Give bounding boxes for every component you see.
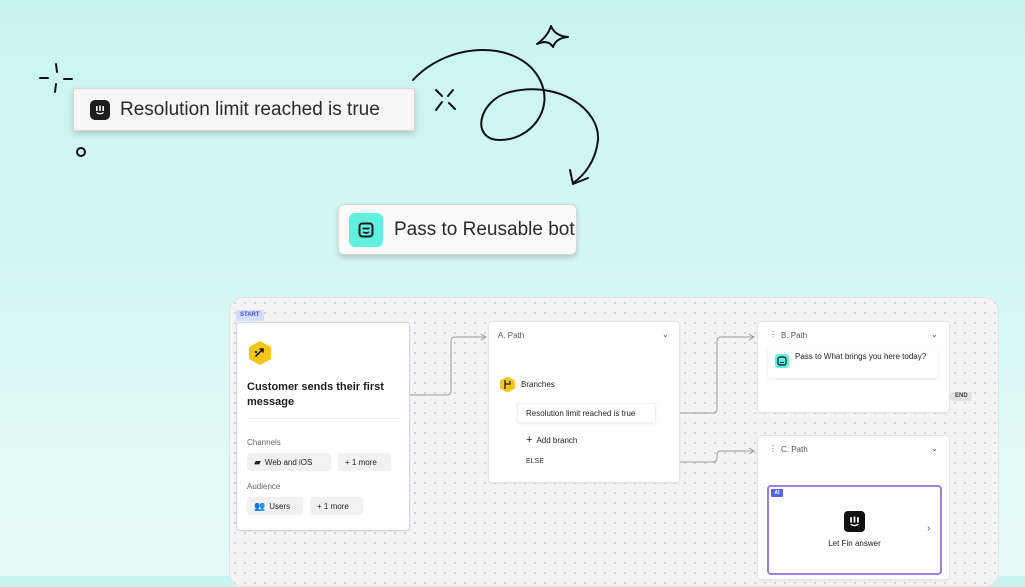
sparkle-mid-icon [435, 89, 456, 111]
drag-handle-icon[interactable]: ⋮ [769, 444, 777, 453]
audience-more-chip[interactable]: + 1 more [310, 497, 363, 515]
channels-chip[interactable]: ▰ Web and iOS [247, 453, 331, 471]
branches-label: Branches [521, 380, 555, 389]
channels-more: + 1 more [345, 457, 377, 467]
channels-label: Channels [247, 438, 281, 447]
bot-icon [775, 354, 789, 368]
chevron-down-icon[interactable]: ⌄ [931, 444, 938, 453]
sparkle-left-icon [39, 63, 73, 93]
trigger-icon [247, 340, 273, 366]
users-icon: 👥 [254, 500, 266, 511]
add-branch-label: Add branch [536, 435, 578, 445]
chevron-down-icon[interactable]: ⌄ [931, 330, 938, 339]
condition-pill-label: Resolution limit reached is true [120, 98, 380, 120]
else-label: ELSE [526, 458, 544, 465]
channels-value: Web and iOS [264, 457, 313, 467]
audience-more: + 1 more [317, 501, 349, 511]
trigger-title: Customer sends their first message [247, 381, 384, 408]
book-icon: ▰ [254, 456, 261, 467]
audience-value: Users [269, 501, 291, 511]
chevron-right-icon[interactable]: › [927, 523, 930, 534]
arrowhead-icon [569, 169, 589, 185]
path-c-title: C. Path [781, 445, 808, 454]
path-a-card[interactable] [488, 321, 680, 483]
small-circle-icon [76, 147, 86, 157]
fin-icon [90, 99, 110, 120]
channels-more-chip[interactable]: + 1 more [338, 453, 391, 471]
ai-tag: AI [771, 489, 783, 497]
fin-icon [844, 511, 865, 532]
add-branch-button[interactable]: + Add branch [526, 434, 577, 446]
branch-condition-text: Resolution limit reached is true [526, 408, 636, 418]
action-pill: Pass to Reusable bot [338, 204, 577, 255]
audience-label: Audience [247, 482, 281, 491]
pass-target: What brings you here today? [823, 352, 927, 361]
drag-handle-icon[interactable]: ⋮ [769, 330, 777, 339]
audience-chip[interactable]: 👥 Users [247, 497, 303, 515]
bot-icon [349, 212, 383, 247]
plus-icon: + [526, 434, 533, 446]
chevron-down-icon[interactable]: ⌄ [662, 330, 669, 339]
star-icon [536, 25, 569, 48]
pass-prefix: Pass to [795, 352, 822, 361]
path-a-title: A. Path [498, 331, 525, 340]
branches-icon [499, 376, 516, 393]
start-badge: START [236, 310, 264, 321]
branch-condition-row[interactable]: Resolution limit reached is true [517, 403, 656, 423]
fin-answer-label: Let Fin answer [828, 539, 881, 548]
action-pill-label: Pass to Reusable bot [394, 218, 575, 240]
pass-to-text: Pass to What brings you here today? [795, 351, 930, 362]
end-tag: END [948, 392, 972, 401]
card-divider [247, 418, 399, 419]
curved-arrow-icon [412, 49, 600, 184]
path-b-title: B. Path [781, 331, 808, 340]
condition-pill: Resolution limit reached is true [73, 88, 415, 131]
